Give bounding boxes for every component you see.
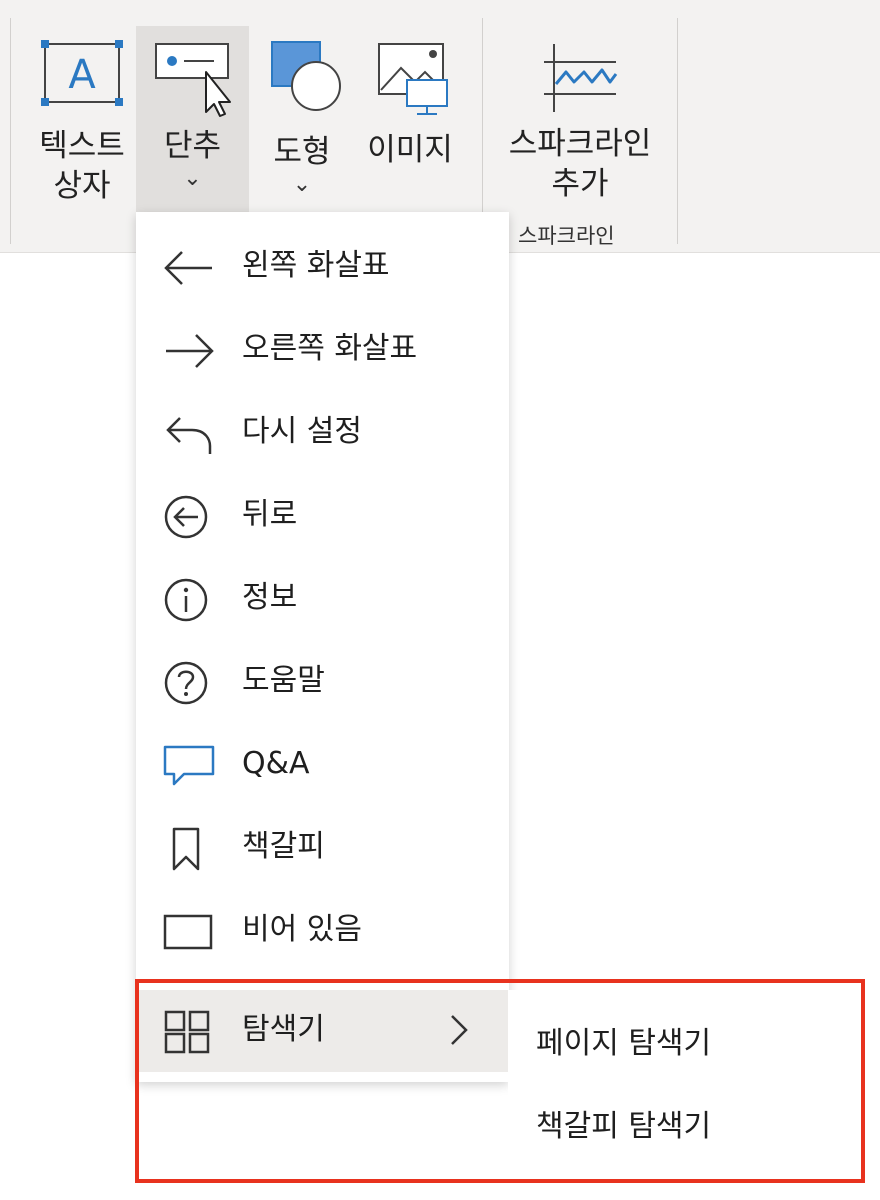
blank-icon [163, 914, 213, 950]
sparkline-label-line2: 추가 [551, 166, 609, 202]
menu-item-label: 뒤로 [242, 497, 298, 532]
menu-item-bookmark[interactable]: 책갈피 [136, 807, 509, 889]
menu-item-navigator[interactable]: 탐색기 [136, 990, 509, 1072]
chevron-right-icon [451, 1015, 468, 1045]
menu-item-blank[interactable]: 비어 있음 [136, 890, 509, 972]
sparkline-group-label: 스파크라인 [518, 224, 615, 248]
reset-icon [166, 417, 212, 454]
menu-item-info[interactable]: 정보 [136, 558, 509, 640]
arrow-right-icon [166, 334, 214, 368]
qna-icon [163, 745, 215, 786]
menu-item-left-arrow[interactable]: 왼쪽 화살표 [136, 226, 509, 308]
menu-item-qna[interactable]: Q&A [136, 724, 509, 806]
shapes-label: 도형 [273, 134, 331, 170]
image-button[interactable]: 이미지 [358, 28, 462, 188]
navigator-submenu: 페이지 탐색기 책갈피 탐색기 [508, 990, 856, 1178]
menu-item-back[interactable]: 뒤로 [136, 475, 509, 557]
menu-item-reset[interactable]: 다시 설정 [136, 392, 509, 474]
insert-button-button[interactable]: 단추 ⌄ [136, 26, 249, 212]
submenu-item-label: 책갈피 탐색기 [536, 1109, 712, 1144]
submenu-item-bookmark-navigator[interactable]: 책갈피 탐색기 [508, 1087, 856, 1169]
arrow-left-icon [164, 251, 212, 285]
sparkline-icon [544, 44, 618, 112]
menu-item-label: 탐색기 [242, 1012, 325, 1047]
menu-item-right-arrow[interactable]: 오른쪽 화살표 [136, 309, 509, 391]
menu-item-label: 정보 [242, 580, 298, 615]
help-icon [164, 661, 208, 705]
button-shape-menu: 왼쪽 화살표 오른쪽 화살표 다시 설정 뒤로 정보 도움말 Q&A 책갈피 비… [136, 212, 509, 1082]
button-chevron-down-icon[interactable]: ⌄ [136, 168, 249, 190]
menu-item-label: 다시 설정 [242, 414, 362, 449]
menu-item-label: 책갈피 [242, 829, 325, 864]
textbox-button[interactable]: A 텍스트 상자 [26, 28, 138, 208]
info-icon [164, 578, 208, 622]
ribbon-separator [482, 18, 483, 244]
button-label: 단추 [163, 128, 222, 164]
menu-item-label: 도움말 [242, 663, 325, 698]
add-sparkline-button[interactable]: 스파크라인 추가 [500, 28, 660, 208]
textbox-icon: A [41, 40, 123, 106]
navigator-icon [164, 1010, 210, 1054]
image-label: 이미지 [367, 132, 453, 168]
shapes-chevron-down-icon[interactable]: ⌄ [258, 174, 346, 196]
shapes-icon [271, 41, 341, 111]
ribbon-separator [10, 18, 11, 244]
menu-item-help[interactable]: 도움말 [136, 641, 509, 723]
svg-text:A: A [68, 52, 96, 98]
menu-item-label: Q&A [242, 746, 310, 781]
image-icon [378, 43, 448, 115]
textbox-label-line2: 상자 [53, 168, 111, 204]
menu-item-label: 비어 있음 [242, 912, 362, 947]
shapes-button[interactable]: 도형 ⌄ [258, 28, 346, 208]
bookmark-icon [172, 827, 200, 871]
sparkline-label-line1: 스파크라인 [508, 126, 652, 162]
textbox-label-line1: 텍스트 [39, 128, 125, 164]
submenu-item-label: 페이지 탐색기 [536, 1026, 712, 1061]
button-cursor-icon [154, 43, 231, 117]
menu-item-label: 왼쪽 화살표 [242, 248, 390, 283]
back-circle-icon [164, 495, 208, 539]
menu-item-label: 오른쪽 화살표 [242, 331, 418, 366]
ribbon-separator [677, 18, 678, 244]
submenu-item-page-navigator[interactable]: 페이지 탐색기 [508, 1004, 856, 1086]
